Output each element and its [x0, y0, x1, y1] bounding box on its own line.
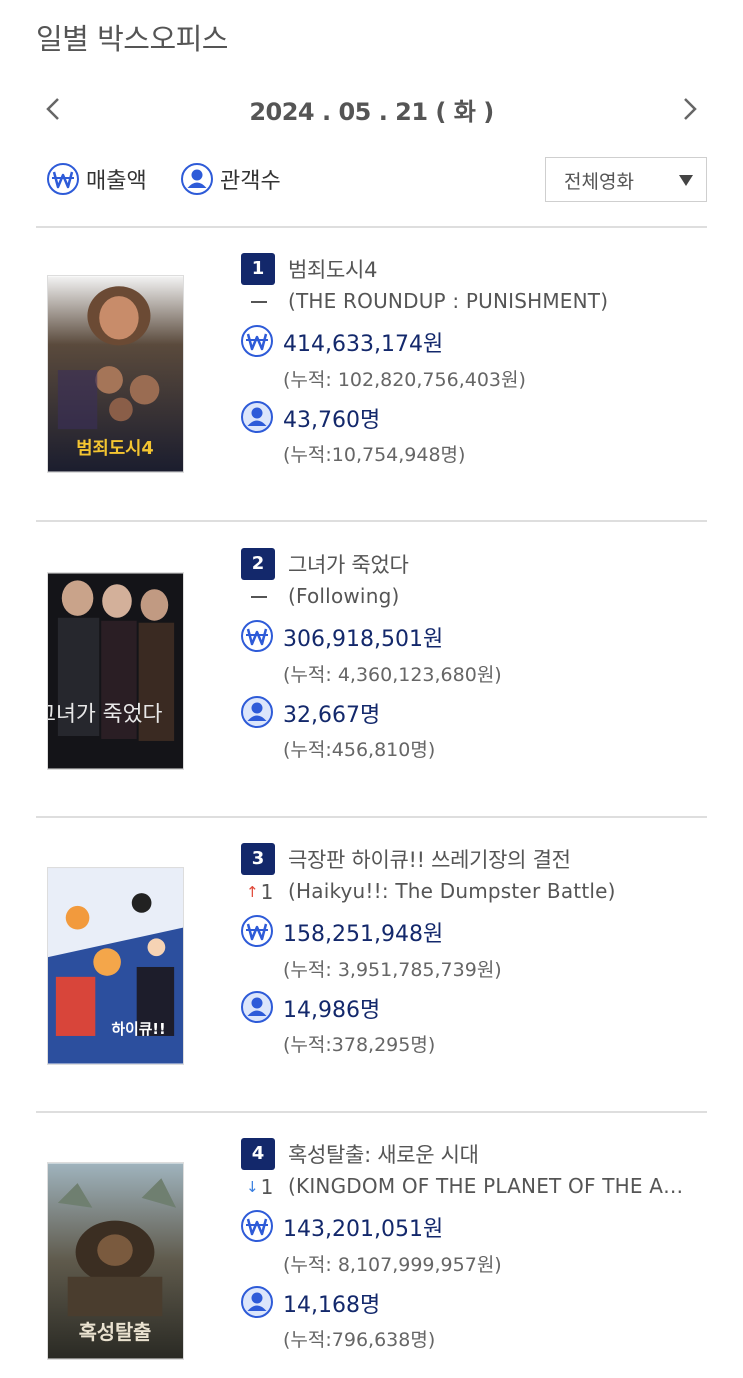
movie-title[interactable]: 그녀가 죽었다 [288, 549, 409, 579]
movie-poster[interactable]: 그녀가 죽었다 [47, 572, 184, 770]
movie-row[interactable]: 혹성탈출 4 혹성탈출: 새로운 시대 ↓ 1 (KINGDOM OF THE … [0, 1138, 743, 1378]
movie-row[interactable]: 그녀가 죽었다 2 그녀가 죽었다 (Following) 306,918,50… [0, 548, 743, 843]
rank-change: ↑ 1 [246, 879, 280, 905]
person-icon [241, 1286, 273, 1318]
movie-row[interactable]: 범죄도시4 1 범죄도시4 (THE ROUNDUP : PUNISHMENT)… [0, 253, 743, 548]
chevron-right-icon [684, 98, 697, 120]
won-icon [47, 163, 79, 195]
person-icon [241, 991, 273, 1023]
movie-title[interactable]: 극장판 하이큐!! 쓰레기장의 결전 [288, 844, 571, 874]
cumulative-revenue: (누적: 102,820,756,403원) [283, 369, 526, 391]
person-icon [181, 163, 213, 195]
movie-filter-select[interactable]: 전체영화 [545, 157, 707, 202]
daily-audience: 43,760명 [283, 408, 381, 433]
won-icon [241, 915, 273, 947]
current-date: 2024 . 05 . 21 ( 화 ) [249, 98, 494, 126]
rank-change: ↓ 1 [246, 1174, 280, 1200]
page-title: 일별 박스오피스 [36, 22, 228, 56]
cumulative-audience: (누적:378,295명) [283, 1034, 436, 1056]
won-icon [241, 325, 273, 357]
rank-change-value: 1 [260, 880, 274, 904]
poster-title: 범죄도시4 [76, 438, 154, 459]
divider [36, 520, 707, 522]
arrow-down-icon: ↓ [246, 1178, 259, 1196]
rank-change [246, 584, 280, 610]
no-change-dash [251, 596, 267, 598]
daily-audience: 14,168명 [283, 1293, 381, 1318]
rank-badge: 2 [241, 548, 275, 580]
poster-image: 하이큐!! [48, 868, 183, 1064]
cumulative-revenue: (누적: 4,360,123,680원) [283, 664, 502, 686]
movie-poster[interactable]: 하이큐!! [47, 867, 184, 1065]
movie-english-title: (Following) [288, 584, 400, 608]
revenue-toggle[interactable]: 매출액 [46, 160, 147, 198]
daily-audience: 32,667명 [283, 703, 381, 728]
rank-badge: 4 [241, 1138, 275, 1170]
person-icon [241, 401, 273, 433]
rank-change [246, 289, 280, 315]
poster-title: 그녀가 죽었다 [48, 702, 163, 727]
movie-poster[interactable]: 혹성탈출 [47, 1162, 184, 1360]
daily-revenue: 306,918,501원 [283, 627, 444, 652]
rank-badge: 1 [241, 253, 275, 285]
movie-filter-value: 전체영화 [564, 171, 634, 193]
daily-audience: 14,986명 [283, 998, 381, 1023]
box-office-page: 일별 박스오피스 2024 . 05 . 21 ( 화 ) 매출액 관객수 전체… [0, 0, 743, 1378]
audience-toggle[interactable]: 관객수 [180, 160, 281, 198]
movie-title[interactable]: 혹성탈출: 새로운 시대 [288, 1139, 479, 1169]
arrow-up-icon: ↑ [246, 883, 259, 901]
audience-toggle-label: 관객수 [220, 169, 281, 194]
cumulative-revenue: (누적: 3,951,785,739원) [283, 959, 502, 981]
poster-title: 혹성탈출 [79, 1321, 151, 1344]
movie-english-title: (KINGDOM OF THE PLANET OF THE A… [288, 1174, 684, 1198]
divider [36, 816, 707, 818]
won-icon [241, 1210, 273, 1242]
daily-revenue: 158,251,948원 [283, 922, 444, 947]
date-navigation: 2024 . 05 . 21 ( 화 ) [0, 86, 743, 136]
divider [36, 226, 707, 228]
movie-row[interactable]: 하이큐!! 3 극장판 하이큐!! 쓰레기장의 결전 ↑ 1 (Haikyu!!… [0, 843, 743, 1138]
cumulative-revenue: (누적: 8,107,999,957원) [283, 1254, 502, 1276]
poster-image: 혹성탈출 [48, 1163, 183, 1359]
poster-image: 그녀가 죽었다 [48, 573, 183, 769]
won-icon [241, 620, 273, 652]
caret-down-icon [679, 175, 693, 186]
cumulative-audience: (누적:796,638명) [283, 1329, 436, 1351]
daily-revenue: 414,633,174원 [283, 332, 444, 357]
movie-english-title: (THE ROUNDUP : PUNISHMENT) [288, 289, 609, 313]
daily-revenue: 143,201,051원 [283, 1217, 444, 1242]
cumulative-audience: (누적:10,754,948명) [283, 444, 466, 466]
poster-title: 하이큐!! [112, 1021, 166, 1038]
movie-title[interactable]: 범죄도시4 [288, 254, 377, 284]
rank-badge: 3 [241, 843, 275, 875]
movie-poster[interactable]: 범죄도시4 [47, 275, 184, 473]
no-change-dash [251, 301, 267, 303]
cumulative-audience: (누적:456,810명) [283, 739, 436, 761]
rank-change-value: 1 [260, 1175, 274, 1199]
poster-image: 범죄도시4 [48, 276, 183, 472]
next-date-button[interactable] [672, 92, 706, 126]
movie-english-title: (Haikyu!!: The Dumpster Battle) [288, 879, 616, 903]
divider [36, 1111, 707, 1113]
person-icon [241, 696, 273, 728]
revenue-toggle-label: 매출액 [86, 169, 147, 194]
